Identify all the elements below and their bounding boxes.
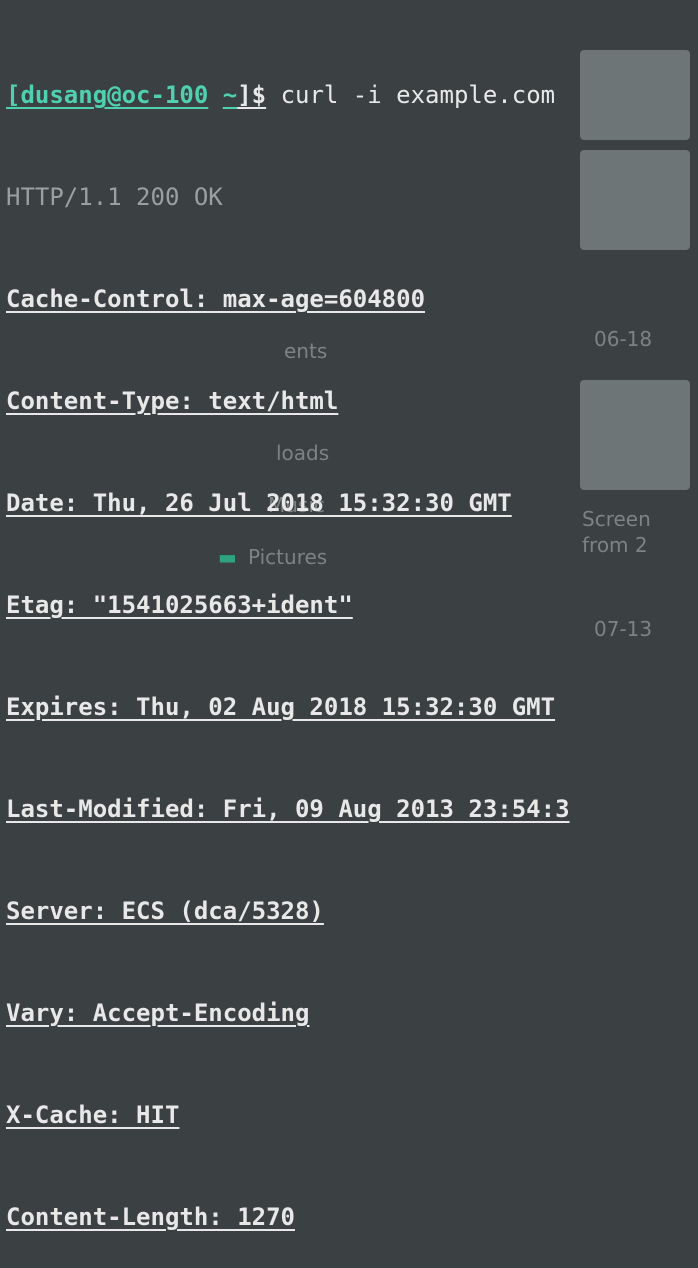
terminal-output[interactable]: [dusang@oc-100 ~]$ curl -i example.com H… — [6, 10, 698, 1268]
http-header: Cache-Control: max-age=604800 — [6, 282, 698, 316]
prompt-sep: ]$ — [237, 81, 266, 109]
prompt-line: [dusang@oc-100 ~]$ curl -i example.com — [6, 78, 698, 112]
http-header: Server: ECS (dca/5328) — [6, 894, 698, 928]
http-header: Date: Thu, 26 Jul 2018 15:32:30 GMT — [6, 486, 698, 520]
prompt-cwd: ~ — [223, 81, 237, 109]
http-header: Vary: Accept-Encoding — [6, 996, 698, 1030]
http-header: Content-Type: text/html — [6, 384, 698, 418]
http-header: Last-Modified: Fri, 09 Aug 2013 23:54:3 — [6, 792, 698, 826]
http-header: X-Cache: HIT — [6, 1098, 698, 1132]
http-header: Etag: "1541025663+ident" — [6, 588, 698, 622]
command-text: curl -i example.com — [281, 81, 556, 109]
http-header: Expires: Thu, 02 Aug 2018 15:32:30 GMT — [6, 690, 698, 724]
http-header: Content-Length: 1270 — [6, 1200, 698, 1234]
prompt-user-host: [dusang@oc-100 — [6, 81, 208, 109]
http-status: HTTP/1.1 200 OK — [6, 180, 698, 214]
